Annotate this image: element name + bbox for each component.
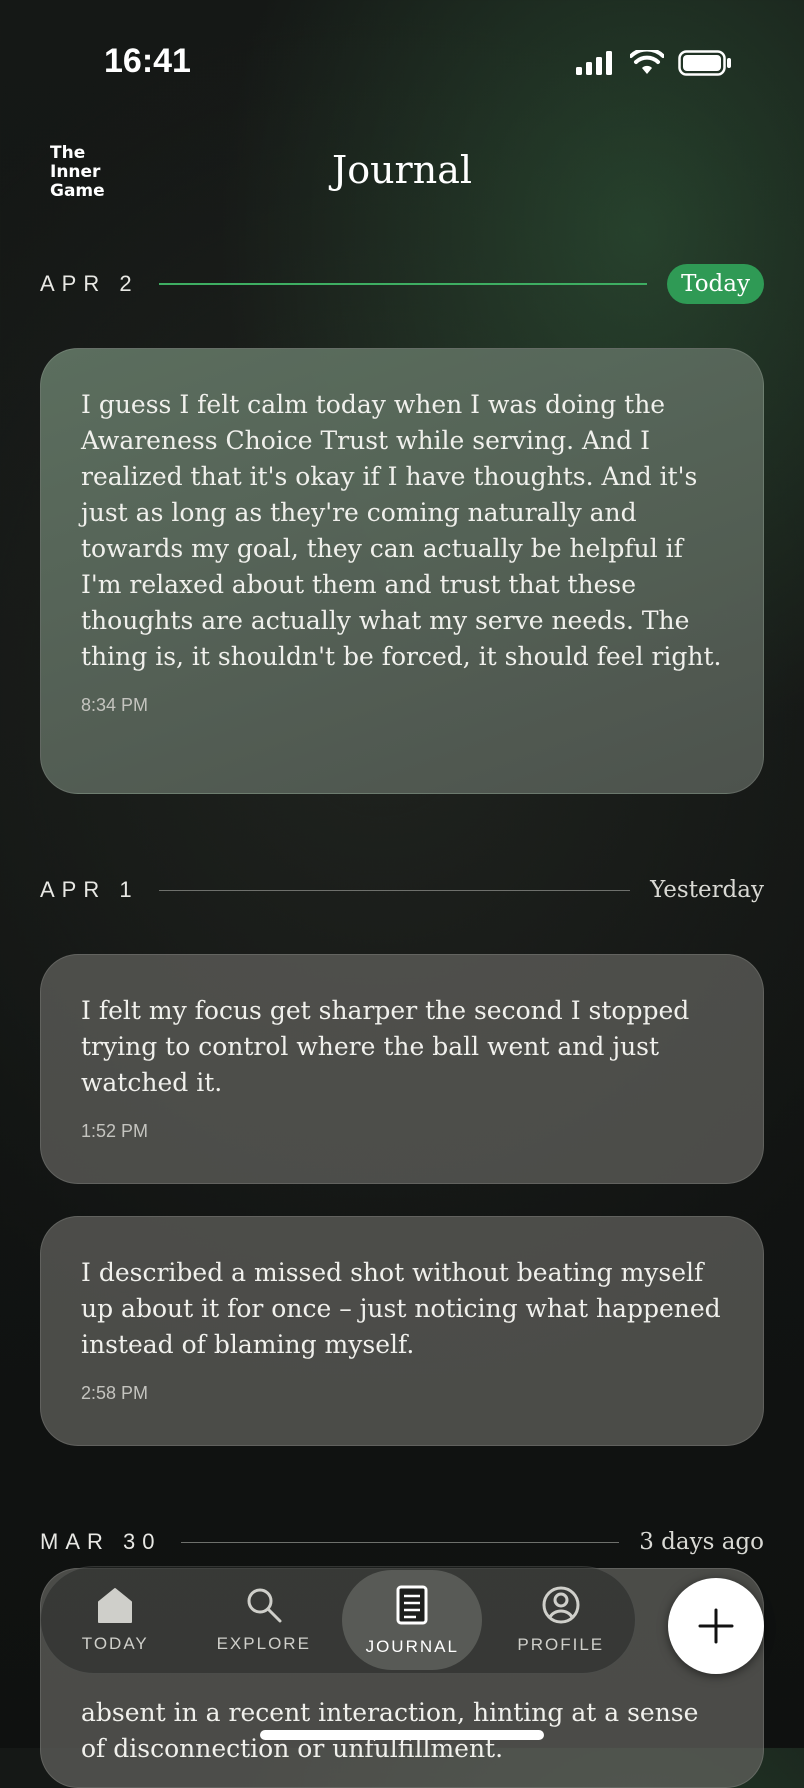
wifi-icon (630, 50, 664, 74)
status-time: 16:41 (104, 42, 191, 80)
entry-time: 2:58 PM (81, 1383, 149, 1403)
day-date: APR 1 (40, 877, 139, 902)
day-date: MAR 30 (40, 1529, 162, 1554)
status-bar: 16:41 (0, 0, 804, 120)
tab-label: TODAY (81, 1634, 149, 1653)
profile-icon (542, 1586, 580, 1624)
new-entry-button[interactable] (668, 1578, 764, 1674)
day-divider (158, 889, 631, 891)
tab-explore[interactable]: EXPLORE (194, 1570, 334, 1670)
entry-text: I described a missed shot without beatin… (81, 1258, 721, 1359)
entry-time: 1:52 PM (81, 1121, 149, 1141)
tab-journal[interactable]: JOURNAL (342, 1570, 483, 1670)
tab-label: PROFILE (517, 1635, 605, 1654)
day-divider (181, 1541, 620, 1543)
tab-today[interactable]: TODAY (45, 1570, 185, 1670)
entry-time: 8:34 PM (81, 695, 149, 715)
header: The Inner Game Journal (0, 130, 804, 210)
tab-profile[interactable]: PROFILE (491, 1570, 631, 1670)
plus-icon (698, 1608, 734, 1644)
journal-entry-card[interactable]: I guess I felt calm today when I was doi… (40, 348, 764, 794)
tab-label: EXPLORE (216, 1634, 311, 1653)
entry-text: I guess I felt calm today when I was doi… (81, 390, 722, 671)
signal-icon (576, 51, 612, 75)
today-badge: Today (667, 264, 764, 304)
home-indicator[interactable] (260, 1730, 544, 1740)
journal-icon (396, 1585, 428, 1625)
tab-bar: TODAY EXPLORE JOURNAL PROFILE (40, 1566, 636, 1674)
page-title: Journal (331, 148, 473, 192)
day-divider (158, 283, 648, 285)
search-icon (247, 1588, 282, 1623)
status-icons (576, 50, 732, 76)
journal-entry-card[interactable]: I felt my focus get sharper the second I… (40, 954, 764, 1184)
day-header-mar-30: MAR 30 3 days ago (40, 1520, 764, 1564)
day-date: APR 2 (40, 271, 139, 296)
home-icon (98, 1588, 133, 1623)
tab-label: JOURNAL (365, 1637, 459, 1656)
day-relative-label: 3 days ago (639, 1529, 764, 1555)
day-relative-label: Yesterday (650, 877, 764, 903)
day-header-apr-1: APR 1 Yesterday (40, 868, 764, 912)
journal-entry-card[interactable]: I described a missed shot without beatin… (40, 1216, 764, 1446)
battery-icon (678, 50, 731, 76)
day-header-apr-2: APR 2 Today (40, 262, 764, 306)
entry-text: I felt my focus get sharper the second I… (81, 996, 690, 1097)
